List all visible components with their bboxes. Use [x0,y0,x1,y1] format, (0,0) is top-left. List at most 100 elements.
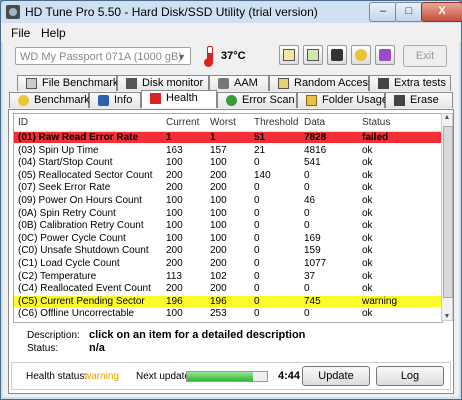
erase-icon [394,95,405,106]
random-access-icon [278,78,289,89]
smart-table[interactable]: ID Current Worst Threshold Data Status (… [13,113,443,323]
table-row[interactable]: (03) Spin Up Time 163 157 21 4816 ok [14,145,442,156]
scrollbar-thumb[interactable] [443,126,453,298]
table-row[interactable]: (04) Start/Stop Count 100 100 0 541 ok [14,157,442,168]
table-row[interactable]: (01) Raw Read Error Rate 1 1 51 7828 failed [14,132,442,143]
client-area: WD My Passport 071A (1000 gB) ▼ 37°C Exi… [3,42,459,397]
disk-monitor-icon [126,78,137,89]
maximize-button[interactable]: □ [395,2,423,22]
column-header-status[interactable]: Status [362,117,390,128]
menu-help[interactable]: Help [41,26,66,40]
table-row[interactable]: (C0) Unsafe Shutdown Count 200 200 0 159 ok [14,245,442,256]
cell-current: 163 [166,144,183,156]
copy-all-icon [307,49,319,61]
cell-id: (C5) Current Pending Sector [18,295,145,307]
cell-threshold: 0 [254,157,260,169]
scroll-down-arrow-icon[interactable]: ▼ [442,313,452,320]
tab-benchmark[interactable]: Benchmark [9,92,90,108]
tab-extra-tests-label: Extra tests [394,77,446,89]
cell-current: 196 [166,295,183,307]
copy-text-button[interactable] [279,45,299,65]
table-row[interactable]: (C2) Temperature 113 102 0 37 ok [14,271,442,282]
minimize-button[interactable]: – [369,2,397,22]
cell-current: 113 [166,270,182,282]
save-button[interactable] [375,45,395,65]
tab-erase[interactable]: Erase [385,92,453,108]
column-header-data[interactable]: Data [304,117,325,128]
health-status-label: Health status: [26,371,88,382]
table-row[interactable]: (07) Seek Error Rate 200 200 0 0 ok [14,182,442,193]
next-update-time: 4:44 [278,370,301,382]
screenshot-button[interactable] [327,45,347,65]
cell-worst: 100 [210,195,227,206]
table-row[interactable]: (C6) Offline Uncorrectable 100 253 0 0 ok [14,308,442,319]
cell-status: ok [362,220,373,232]
scroll-up-arrow-icon[interactable]: ▲ [442,114,452,121]
table-row[interactable]: (0B) Calibration Retry Count 100 100 0 0 ok [14,220,442,231]
tab-disk-monitor[interactable]: Disk monitor [117,75,209,91]
tab-error-scan[interactable]: Error Scan [217,92,297,108]
folder-icon [306,95,317,106]
tab-info-label: Info [114,94,133,106]
cell-threshold: 0 [254,220,260,232]
options-button[interactable] [351,45,371,65]
tab-extra-tests[interactable]: Extra tests [369,75,451,91]
tab-random-access-label: Random Access [294,77,374,89]
hd-tune-app-icon [6,5,20,19]
column-header-threshold[interactable]: Threshold [254,117,298,128]
table-row[interactable]: (0C) Power Cycle Count 100 100 0 169 ok [14,233,442,244]
table-row[interactable]: (0A) Spin Retry Count 100 100 0 0 ok [14,208,442,219]
cell-current: 100 [166,195,183,206]
status-value: n/a [89,342,105,354]
cell-current: 200 [166,245,183,257]
tab-erase-label: Erase [410,94,439,106]
tab-health-label: Health [166,92,198,104]
toolbar: WD My Passport 071A (1000 gB) ▼ 37°C Exi… [3,42,459,72]
cell-status: ok [362,182,373,194]
column-header-current[interactable]: Current [166,117,199,128]
cell-id: (0C) Power Cycle Count [18,232,126,244]
cell-data: 159 [304,245,321,257]
table-row[interactable]: (C4) Reallocated Event Count 200 200 0 0 ok [14,283,442,294]
cell-worst: 100 [210,157,227,169]
cell-status: ok [362,207,373,219]
cell-worst: 100 [210,232,227,244]
cell-data: 4816 [304,144,327,156]
cell-current: 200 [166,182,183,194]
close-button[interactable]: X [421,2,462,22]
next-update-progress-fill [187,372,253,381]
table-row[interactable]: (09) Power On Hours Count 100 100 0 46 ok [14,195,442,206]
cell-status: ok [362,308,373,320]
column-header-worst[interactable]: Worst [210,117,236,128]
cell-threshold: 0 [254,295,260,307]
tab-disk-monitor-label: Disk monitor [142,77,204,89]
copy-all-button[interactable] [303,45,323,65]
tab-health[interactable]: Health [141,90,217,108]
tab-aam[interactable]: AAM [209,75,269,91]
health-panel: ID Current Worst Threshold Data Status (… [8,109,454,394]
log-button[interactable]: Log [376,366,444,386]
exit-button[interactable]: Exit [403,45,447,67]
cell-status: ok [362,270,373,282]
tab-benchmark-label: Benchmark [34,94,90,106]
cell-data: 0 [304,182,310,194]
drive-select[interactable]: WD My Passport 071A (1000 gB) ▼ [15,47,191,65]
aam-speaker-icon [218,78,229,89]
tab-folder-usage[interactable]: Folder Usage [297,92,388,108]
update-button[interactable]: Update [302,366,370,386]
column-header-id[interactable]: ID [18,117,28,128]
tab-random-access[interactable]: Random Access [269,75,373,91]
cell-data: 46 [304,195,316,206]
menu-file[interactable]: File [11,26,30,40]
table-row[interactable]: (05) Reallocated Sector Count 200 200 140 0 o… [14,170,442,181]
error-scan-icon [226,95,237,106]
cell-data: 1077 [304,258,327,269]
tab-file-benchmark[interactable]: File Benchmark [17,75,118,91]
table-row[interactable]: (C1) Load Cycle Count 200 200 0 1077 ok [14,258,442,269]
table-row[interactable]: (C5) Current Pending Sector 196 196 0 745 war… [14,295,442,307]
table-scrollbar[interactable]: ▲ ▼ [441,113,453,321]
tab-info[interactable]: Info [89,92,141,108]
cell-id: (07) Seek Error Rate [18,182,111,194]
cell-status: ok [362,245,373,257]
title-bar[interactable]: HD Tune Pro 5.50 - Hard Disk/SSD Utility… [1,1,462,23]
